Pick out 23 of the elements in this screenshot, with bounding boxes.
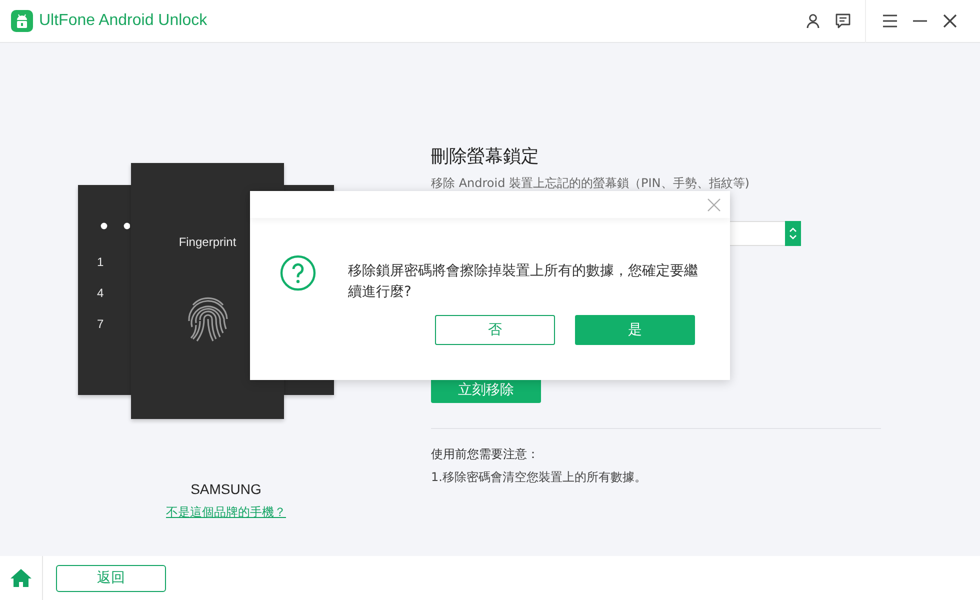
dialog-message: 移除鎖屏密碼將會擦除掉裝置上所有的數據，您確定要繼續進行麼? — [348, 262, 699, 302]
keypad-digit: 7 — [97, 317, 104, 331]
wrong-brand-link[interactable]: 不是這個品牌的手機？ — [166, 504, 286, 521]
user-icon[interactable] — [805, 13, 821, 29]
home-icon[interactable] — [10, 568, 32, 588]
pin-dots-icon — [100, 222, 130, 230]
feedback-icon[interactable] — [835, 13, 851, 29]
close-icon[interactable] — [942, 13, 958, 29]
confirm-button[interactable]: 是 — [575, 315, 695, 345]
notes-title: 使用前您需要注意： — [431, 446, 539, 463]
panel-title: 刪除螢幕鎖定 — [431, 145, 539, 169]
cancel-button[interactable]: 否 — [435, 315, 555, 345]
menu-icon[interactable] — [882, 13, 898, 29]
app-title: UltFone Android Unlock — [39, 12, 208, 30]
android-logo-icon — [11, 10, 33, 32]
panel-subtitle: 移除 Android 裝置上忘記的的螢幕鎖（PIN、手勢、指紋等) — [431, 175, 750, 191]
fingerprint-label: Fingerprint — [178, 235, 236, 249]
keypad-digit: 1 — [97, 255, 104, 269]
note-text: 1.移除密碼會清空您裝置上的所有數據。 — [431, 469, 646, 486]
keypad-digit: 4 — [97, 286, 104, 300]
back-button[interactable]: 返回 — [56, 564, 166, 592]
question-icon — [280, 255, 316, 291]
brand-name: SAMSUNG — [190, 481, 262, 497]
